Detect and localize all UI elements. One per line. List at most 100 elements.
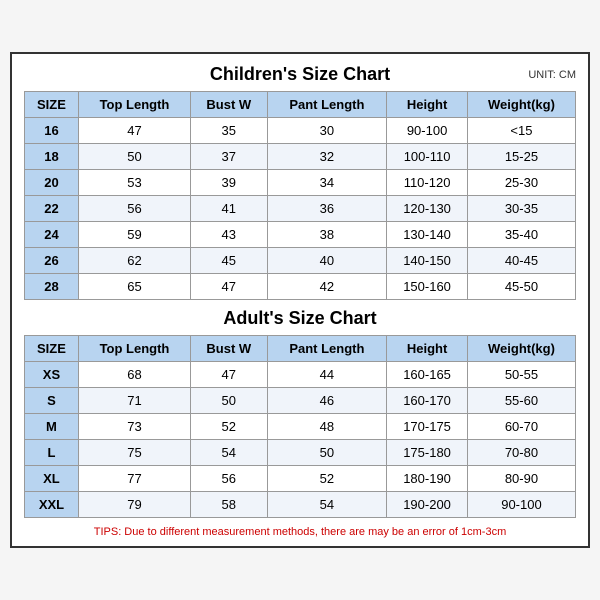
- table-row: 22564136120-13030-35: [25, 196, 576, 222]
- children-col-pantlength: Pant Length: [267, 92, 387, 118]
- table-cell: 54: [267, 492, 387, 518]
- children-col-toplength: Top Length: [78, 92, 190, 118]
- children-table: SIZE Top Length Bust W Pant Length Heigh…: [24, 91, 576, 300]
- table-cell: 110-120: [387, 170, 468, 196]
- table-cell: 43: [191, 222, 268, 248]
- table-cell: 175-180: [387, 440, 468, 466]
- adults-title-row: Adult's Size Chart: [24, 308, 576, 329]
- adults-col-toplength: Top Length: [78, 336, 190, 362]
- table-cell: 73: [78, 414, 190, 440]
- table-cell: 120-130: [387, 196, 468, 222]
- children-title: Children's Size Chart: [210, 64, 390, 85]
- table-row: 20533934110-12025-30: [25, 170, 576, 196]
- table-cell: 56: [78, 196, 190, 222]
- table-cell: 50: [267, 440, 387, 466]
- table-cell: 150-160: [387, 274, 468, 300]
- table-cell: 68: [78, 362, 190, 388]
- table-cell: 47: [78, 118, 190, 144]
- table-cell: 80-90: [467, 466, 575, 492]
- table-cell: 30-35: [467, 196, 575, 222]
- children-title-row: Children's Size Chart UNIT: CM: [24, 64, 576, 85]
- table-cell: 48: [267, 414, 387, 440]
- table-cell: 55-60: [467, 388, 575, 414]
- table-cell: 47: [191, 274, 268, 300]
- table-cell: 30: [267, 118, 387, 144]
- table-cell: 15-25: [467, 144, 575, 170]
- children-col-weight: Weight(kg): [467, 92, 575, 118]
- table-cell: 46: [267, 388, 387, 414]
- table-cell: 52: [267, 466, 387, 492]
- table-cell: 16: [25, 118, 79, 144]
- table-cell: 180-190: [387, 466, 468, 492]
- table-row: 26624540140-15040-45: [25, 248, 576, 274]
- table-row: 28654742150-16045-50: [25, 274, 576, 300]
- table-cell: 60-70: [467, 414, 575, 440]
- table-cell: 35: [191, 118, 268, 144]
- table-cell: 52: [191, 414, 268, 440]
- adults-col-bustw: Bust W: [191, 336, 268, 362]
- table-row: 1647353090-100<15: [25, 118, 576, 144]
- table-cell: 160-165: [387, 362, 468, 388]
- table-cell: 58: [191, 492, 268, 518]
- table-cell: 41: [191, 196, 268, 222]
- table-cell: 79: [78, 492, 190, 518]
- table-cell: 54: [191, 440, 268, 466]
- table-cell: M: [25, 414, 79, 440]
- table-cell: 44: [267, 362, 387, 388]
- table-cell: 65: [78, 274, 190, 300]
- table-cell: 47: [191, 362, 268, 388]
- chart-container: Children's Size Chart UNIT: CM SIZE Top …: [10, 52, 590, 548]
- table-cell: 50: [191, 388, 268, 414]
- table-cell: 50-55: [467, 362, 575, 388]
- table-cell: 34: [267, 170, 387, 196]
- children-col-height: Height: [387, 92, 468, 118]
- table-cell: 36: [267, 196, 387, 222]
- table-row: XXL795854190-20090-100: [25, 492, 576, 518]
- table-cell: 59: [78, 222, 190, 248]
- table-cell: 160-170: [387, 388, 468, 414]
- table-cell: XXL: [25, 492, 79, 518]
- table-cell: 50: [78, 144, 190, 170]
- table-cell: 75: [78, 440, 190, 466]
- table-cell: XS: [25, 362, 79, 388]
- table-cell: 100-110: [387, 144, 468, 170]
- table-cell: 40: [267, 248, 387, 274]
- table-row: 24594338130-14035-40: [25, 222, 576, 248]
- table-cell: 70-80: [467, 440, 575, 466]
- table-cell: 45: [191, 248, 268, 274]
- table-cell: 90-100: [387, 118, 468, 144]
- children-col-bustw: Bust W: [191, 92, 268, 118]
- table-cell: 140-150: [387, 248, 468, 274]
- table-row: S715046160-17055-60: [25, 388, 576, 414]
- adults-table: SIZE Top Length Bust W Pant Length Heigh…: [24, 335, 576, 518]
- adults-col-weight: Weight(kg): [467, 336, 575, 362]
- table-cell: 20: [25, 170, 79, 196]
- table-row: M735248170-17560-70: [25, 414, 576, 440]
- adults-col-size: SIZE: [25, 336, 79, 362]
- adults-col-height: Height: [387, 336, 468, 362]
- table-cell: 39: [191, 170, 268, 196]
- table-cell: 71: [78, 388, 190, 414]
- table-cell: 18: [25, 144, 79, 170]
- table-cell: 22: [25, 196, 79, 222]
- children-header-row: SIZE Top Length Bust W Pant Length Heigh…: [25, 92, 576, 118]
- table-cell: 56: [191, 466, 268, 492]
- table-cell: <15: [467, 118, 575, 144]
- table-cell: XL: [25, 466, 79, 492]
- table-cell: 24: [25, 222, 79, 248]
- table-cell: 25-30: [467, 170, 575, 196]
- table-cell: 35-40: [467, 222, 575, 248]
- table-row: 18503732100-11015-25: [25, 144, 576, 170]
- table-cell: 190-200: [387, 492, 468, 518]
- table-cell: L: [25, 440, 79, 466]
- table-cell: 32: [267, 144, 387, 170]
- table-row: XL775652180-19080-90: [25, 466, 576, 492]
- tips-text: TIPS: Due to different measurement metho…: [24, 526, 576, 538]
- table-cell: S: [25, 388, 79, 414]
- table-cell: 26: [25, 248, 79, 274]
- adults-col-pantlength: Pant Length: [267, 336, 387, 362]
- adults-title: Adult's Size Chart: [223, 308, 376, 329]
- table-cell: 37: [191, 144, 268, 170]
- table-cell: 53: [78, 170, 190, 196]
- table-cell: 90-100: [467, 492, 575, 518]
